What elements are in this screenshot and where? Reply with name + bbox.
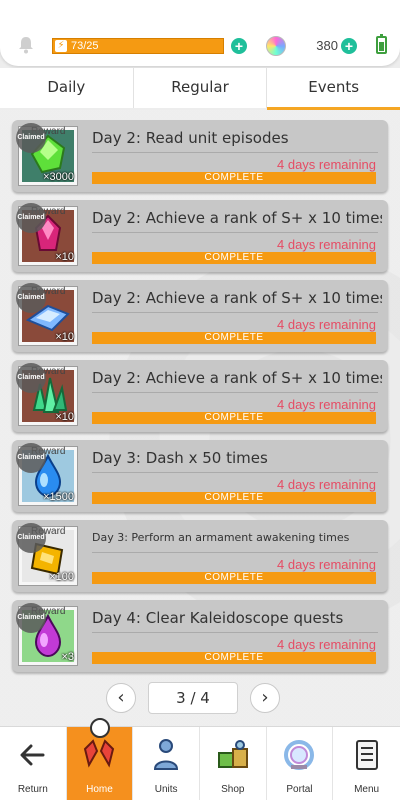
reward-quantity: ×10 bbox=[55, 411, 74, 423]
claimed-badge: Claimed bbox=[16, 363, 46, 393]
time-remaining: 4 days remaining bbox=[277, 557, 376, 572]
nav-label: Home bbox=[86, 784, 113, 795]
reward-quantity: ×100 bbox=[49, 571, 74, 583]
tab-regular[interactable]: Regular bbox=[134, 68, 268, 108]
divider bbox=[92, 472, 378, 473]
reward-box: Reward ×10 Claimed bbox=[16, 283, 78, 346]
mission-title: Day 2: Read unit episodes bbox=[92, 129, 289, 147]
menu-icon bbox=[355, 740, 378, 770]
mission-card[interactable]: Reward ×3 Claimed Day 4: Clear Kaleidosc… bbox=[12, 600, 388, 672]
units-icon bbox=[154, 739, 179, 770]
shop-icon bbox=[217, 740, 248, 768]
nav-label: Units bbox=[154, 784, 178, 795]
claimed-badge: Claimed bbox=[16, 283, 46, 313]
crystal-orb-icon bbox=[266, 36, 286, 56]
time-remaining: 4 days remaining bbox=[277, 237, 376, 252]
mission-card[interactable]: Reward ×10 Claimed Day 2: Achieve a rank… bbox=[12, 280, 388, 352]
reward-box: Reward ×100 Claimed bbox=[16, 523, 78, 586]
nav-return[interactable]: Return bbox=[0, 727, 67, 800]
reward-quantity: ×10 bbox=[55, 251, 74, 263]
mission-title: Day 2: Achieve a rank of S+ x 10 times bbox=[92, 369, 382, 387]
progress-bar: COMPLETE bbox=[92, 412, 376, 424]
claimed-badge: Claimed bbox=[16, 203, 46, 233]
time-remaining: 4 days remaining bbox=[277, 637, 376, 652]
time-remaining: 4 days remaining bbox=[277, 157, 376, 172]
nav-portal[interactable]: Portal bbox=[267, 727, 334, 800]
nav-label: Return bbox=[17, 784, 48, 795]
nav-label: Portal bbox=[286, 784, 313, 795]
reward-quantity: ×1500 bbox=[43, 491, 74, 503]
divider bbox=[92, 312, 378, 313]
reward-box: Reward ×3000 Claimed bbox=[16, 123, 78, 186]
stamina-bar: ⚡ 73/25 bbox=[52, 38, 224, 54]
add-gems-button[interactable]: + bbox=[341, 38, 357, 54]
divider bbox=[92, 632, 378, 633]
time-remaining: 4 days remaining bbox=[277, 317, 376, 332]
divider bbox=[92, 392, 378, 393]
page-indicator[interactable]: 3 / 4 bbox=[148, 682, 238, 714]
claimed-badge: Claimed bbox=[16, 443, 46, 473]
time-remaining: 4 days remaining bbox=[277, 477, 376, 492]
add-stamina-button[interactable]: + bbox=[231, 38, 247, 54]
progress-bar: COMPLETE bbox=[92, 172, 376, 184]
mission-tabs: Daily Regular Events bbox=[0, 68, 400, 110]
reward-quantity: ×3000 bbox=[43, 171, 74, 183]
mission-title: Day 3: Dash x 50 times bbox=[92, 449, 268, 467]
arrow-left-icon bbox=[20, 744, 45, 766]
mission-title: Day 2: Achieve a rank of S+ x 10 times bbox=[92, 289, 382, 307]
reward-box: Reward ×10 Claimed bbox=[16, 363, 78, 426]
prev-page-button[interactable]: ‹ bbox=[106, 683, 136, 713]
nav-label: Menu bbox=[354, 784, 380, 795]
divider bbox=[92, 552, 378, 553]
chevron-right-icon: › bbox=[261, 687, 269, 708]
lightning-icon: ⚡ bbox=[55, 40, 67, 52]
nav-units[interactable]: Units bbox=[133, 727, 200, 800]
divider bbox=[92, 232, 378, 233]
reward-quantity: ×10 bbox=[55, 331, 74, 343]
progress-bar: COMPLETE bbox=[92, 332, 376, 344]
next-page-button[interactable]: › bbox=[250, 683, 280, 713]
mission-title: Day 3: Perform an armament awakening tim… bbox=[92, 531, 350, 544]
progress-bar: COMPLETE bbox=[92, 252, 376, 264]
status-bar: ⚡ 73/25 + 380 + bbox=[0, 0, 400, 66]
nav-menu[interactable]: Menu bbox=[333, 727, 400, 800]
reward-quantity: ×3 bbox=[61, 651, 74, 663]
chevron-left-icon: ‹ bbox=[117, 687, 125, 708]
time-remaining: 4 days remaining bbox=[277, 397, 376, 412]
battery-icon bbox=[376, 34, 387, 54]
mission-title: Day 2: Achieve a rank of S+ x 10 times bbox=[92, 209, 382, 227]
progress-bar: COMPLETE bbox=[92, 492, 376, 504]
reward-box: Reward ×3 Claimed bbox=[16, 603, 78, 666]
nav-shop[interactable]: Shop bbox=[200, 727, 267, 800]
mission-card[interactable]: Reward ×10 Claimed Day 2: Achieve a rank… bbox=[12, 200, 388, 272]
claimed-badge: Claimed bbox=[16, 523, 46, 553]
claimed-badge: Claimed bbox=[16, 603, 46, 633]
mission-card[interactable]: Reward ×1500 Claimed Day 3: Dash x 50 ti… bbox=[12, 440, 388, 512]
claimed-badge: Claimed bbox=[16, 123, 46, 153]
mission-card[interactable]: Reward ×10 Claimed Day 2: Achieve a rank… bbox=[12, 360, 388, 432]
gem-count: 380 bbox=[316, 38, 338, 53]
nav-label: Shop bbox=[221, 784, 245, 795]
mission-title: Day 4: Clear Kaleidoscope quests bbox=[92, 609, 344, 627]
tab-events[interactable]: Events bbox=[267, 68, 400, 110]
portal-icon bbox=[284, 740, 315, 770]
stamina-value: 73/25 bbox=[71, 40, 99, 52]
home-icon bbox=[84, 739, 115, 768]
tab-daily[interactable]: Daily bbox=[0, 68, 134, 108]
divider bbox=[92, 152, 378, 153]
mission-card[interactable]: Reward ×100 Claimed Day 3: Perform an ar… bbox=[12, 520, 388, 592]
reward-box: Reward ×1500 Claimed bbox=[16, 443, 78, 506]
bottom-nav: Return Home Units Shop Portal Menu bbox=[0, 726, 400, 800]
reward-box: Reward ×10 Claimed bbox=[16, 203, 78, 266]
progress-bar: COMPLETE bbox=[92, 652, 376, 664]
bell-icon[interactable] bbox=[16, 36, 36, 54]
progress-bar: COMPLETE bbox=[92, 572, 376, 584]
home-indicator bbox=[90, 718, 110, 738]
mission-card[interactable]: Reward ×3000 Claimed Day 2: Read unit ep… bbox=[12, 120, 388, 192]
